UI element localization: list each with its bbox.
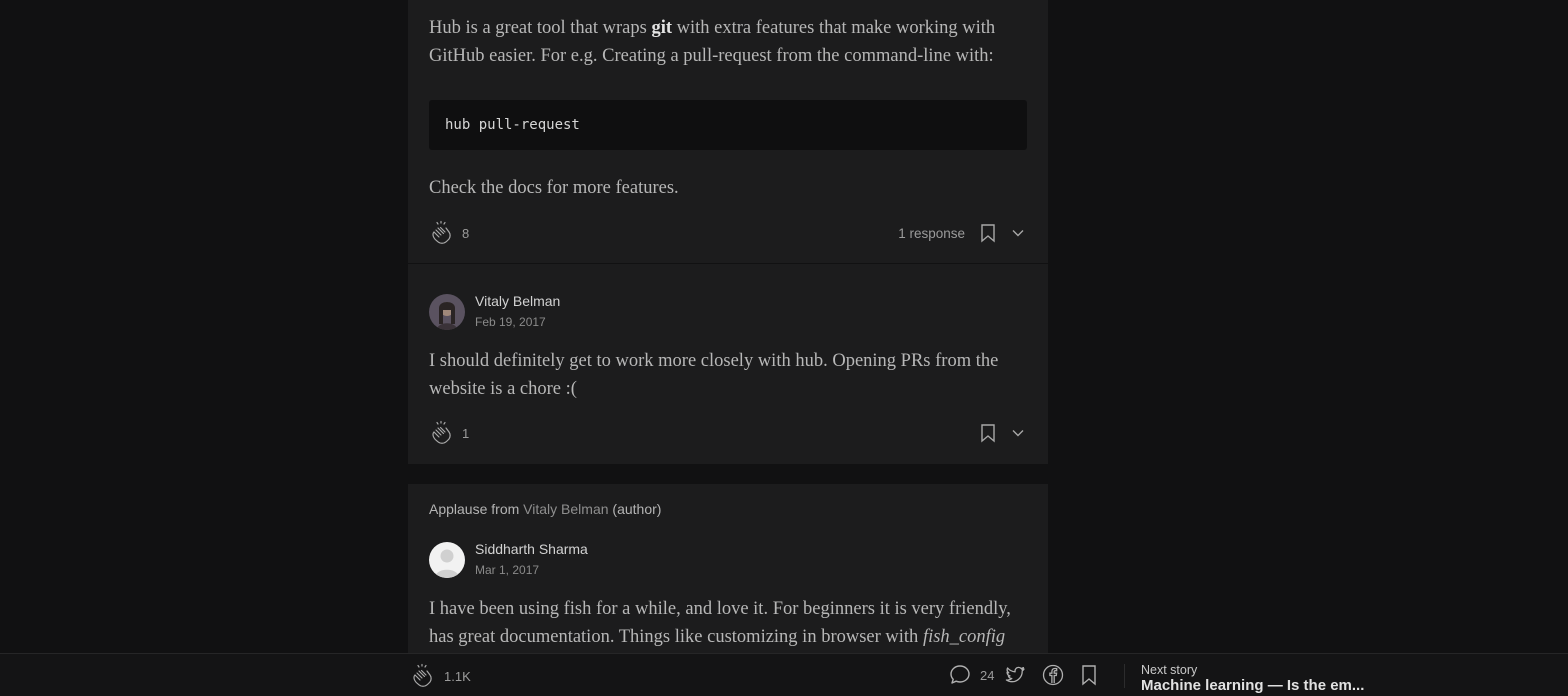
responses-button[interactable] <box>948 663 972 687</box>
response-body: I have been using fish for a while, and … <box>429 595 1027 651</box>
bookmark-icon <box>1082 665 1097 686</box>
response-bold-text: git <box>651 18 673 38</box>
share-twitter-button[interactable] <box>1003 663 1027 687</box>
more-options-button[interactable] <box>1009 424 1027 442</box>
response-card: Vitaly Belman Feb 19, 2017 I should defi… <box>408 264 1048 464</box>
applause-note: Applause from Vitaly Belman (author) <box>429 501 662 517</box>
author-name[interactable]: Siddharth Sharma <box>475 540 588 558</box>
clap-count: 1 <box>462 425 470 441</box>
bookmark-icon <box>981 224 995 243</box>
response-text: Hub is a great tool that wraps <box>429 18 652 38</box>
facebook-icon <box>1043 664 1064 686</box>
response-author: Siddharth Sharma Mar 1, 2017 <box>429 540 588 579</box>
story-clap-button[interactable]: 1.1K <box>410 663 471 689</box>
share-facebook-button[interactable] <box>1041 663 1065 687</box>
response-card: Hub is a great tool that wraps git with … <box>408 0 1048 263</box>
clap-icon <box>432 220 451 244</box>
avatar-image <box>429 293 465 330</box>
response-actions: 1 <box>429 420 1027 446</box>
response-followup: Check the docs for more features. <box>429 178 679 198</box>
response-date[interactable]: Mar 1, 2017 <box>475 561 588 579</box>
clap-icon <box>432 420 451 444</box>
clap-button[interactable]: 1 <box>429 420 469 446</box>
responses-link[interactable]: 1 response <box>898 226 965 241</box>
code-text: hub pull-request <box>445 117 580 133</box>
bookmark-button[interactable] <box>979 223 997 243</box>
bookmark-icon <box>981 424 995 443</box>
applause-author-link[interactable]: Vitaly Belman <box>523 501 608 517</box>
comment-icon <box>950 665 970 684</box>
response-author: Vitaly Belman Feb 19, 2017 <box>429 292 560 331</box>
story-actions: 24 <box>948 663 1099 687</box>
story-response-count: 24 <box>980 667 995 683</box>
clap-icon <box>413 663 432 687</box>
avatar-image <box>429 541 465 578</box>
response-date[interactable]: Feb 19, 2017 <box>475 313 560 331</box>
response-body: I should definitely get to work more clo… <box>429 351 999 399</box>
chevron-down-icon <box>1012 430 1024 437</box>
avatar[interactable] <box>429 541 465 578</box>
code-block: hub pull-request <box>429 100 1027 150</box>
avatar[interactable] <box>429 293 465 330</box>
next-story-link[interactable]: Next story Machine learning — Is the em.… <box>1141 663 1364 695</box>
twitter-icon <box>1006 666 1026 683</box>
bottom-action-bar: 1.1K 24 Next story Machine learning — Is… <box>0 653 1568 696</box>
response-actions: 8 1 response <box>429 220 1027 246</box>
bookmark-button[interactable] <box>979 423 997 443</box>
chevron-down-icon <box>1012 230 1024 237</box>
more-options-button[interactable] <box>1009 224 1027 242</box>
clap-button[interactable]: 8 <box>429 220 469 246</box>
author-name[interactable]: Vitaly Belman <box>475 292 560 310</box>
bookmark-story-button[interactable] <box>1079 664 1099 686</box>
response-italic-text: fish_config <box>922 627 1006 647</box>
clap-count: 8 <box>462 225 470 241</box>
bar-divider <box>1124 664 1125 688</box>
page: Hub is a great tool that wraps git with … <box>0 0 1568 696</box>
story-clap-count: 1.1K <box>444 668 471 684</box>
next-story-label: Next story <box>1141 663 1198 677</box>
next-story-title: Machine learning — Is the em... <box>1141 677 1365 694</box>
response-body: Hub is a great tool that wraps git with … <box>429 14 1027 70</box>
